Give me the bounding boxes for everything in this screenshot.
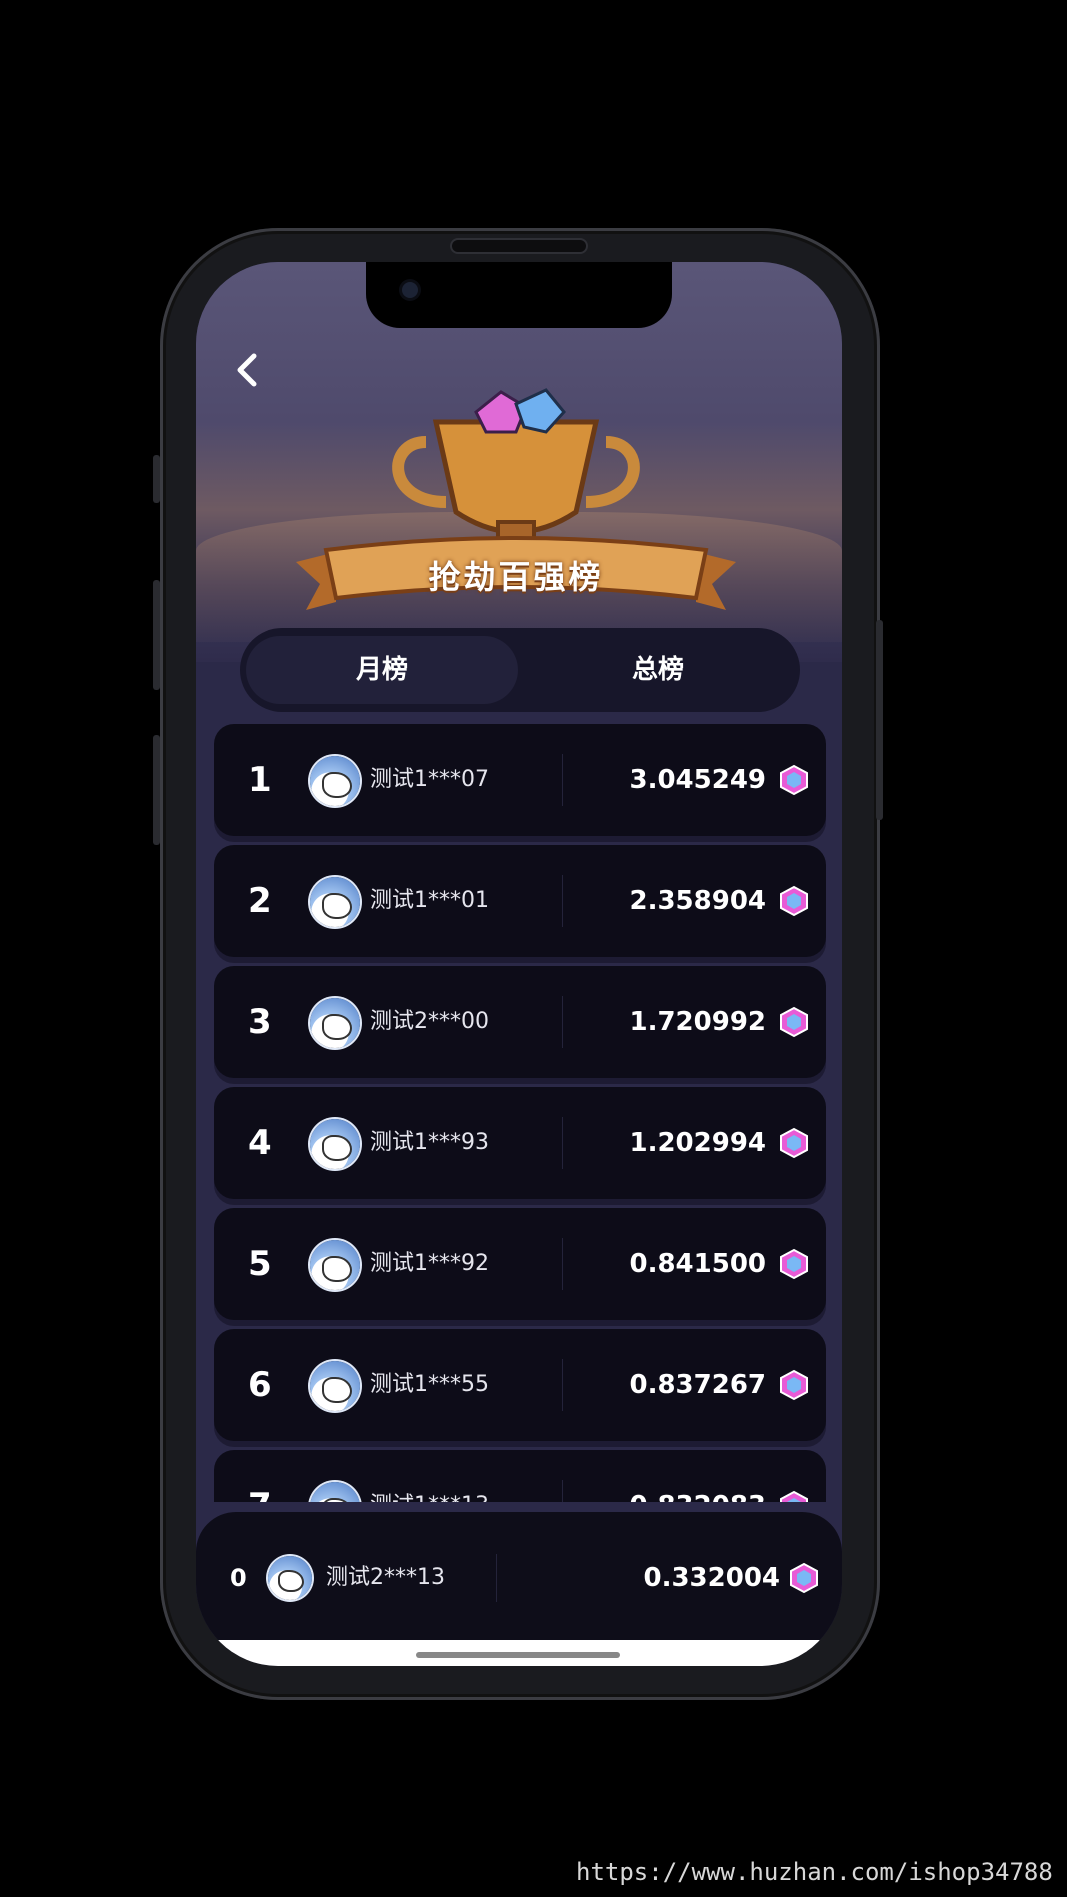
divider <box>562 1117 563 1169</box>
leaderboard-row[interactable]: 3 测试2***00 1.720992 <box>214 966 826 1078</box>
rank-number: 3 <box>248 1002 272 1042</box>
divider <box>562 875 563 927</box>
player-name: 测试1***93 <box>370 1130 489 1155</box>
avatar <box>310 756 360 806</box>
player-name: 测试2***00 <box>370 1009 489 1034</box>
avatar <box>310 1240 360 1290</box>
leaderboard-row[interactable]: 5 测试1***92 0.841500 <box>214 1208 826 1320</box>
volume-down-button <box>153 735 160 845</box>
gem-icon <box>780 1127 808 1159</box>
player-score: 2.358904 <box>629 886 766 916</box>
rank-number: 4 <box>248 1123 272 1163</box>
player-name: 测试1***07 <box>370 767 489 792</box>
divider <box>562 996 563 1048</box>
front-camera-icon <box>402 282 418 298</box>
notch <box>366 262 672 328</box>
divider <box>562 1359 563 1411</box>
tab-monthly[interactable]: 月榜 <box>246 636 518 704</box>
avatar <box>310 1119 360 1169</box>
player-score: 0.841500 <box>629 1249 766 1279</box>
leaderboard-row[interactable]: 6 测试1***55 0.837267 <box>214 1329 826 1441</box>
volume-up-button <box>153 580 160 690</box>
rank-number: 1 <box>248 760 272 800</box>
gem-icon <box>780 1248 808 1280</box>
avatar <box>310 1361 360 1411</box>
gem-icon <box>780 764 808 796</box>
banner-title: 抢劫百强榜 <box>428 558 604 596</box>
ranking-tabs: 月榜 总榜 <box>240 628 800 712</box>
player-score: 3.045249 <box>629 765 766 795</box>
leaderboard-row[interactable]: 1 测试1***07 3.045249 <box>214 724 826 836</box>
gem-icon <box>780 1006 808 1038</box>
tab-total[interactable]: 总榜 <box>522 636 794 704</box>
player-score: 0.832083 <box>629 1450 766 1502</box>
my-score: 0.332004 <box>643 1563 780 1593</box>
app-screen: 抢劫百强榜 月榜 总榜 1 测试1***07 3.045249 2 测试1***… <box>196 262 842 1666</box>
player-name: 测试1***01 <box>370 888 489 913</box>
rank-number: 6 <box>248 1365 272 1405</box>
avatar <box>310 998 360 1048</box>
earpiece-speaker <box>452 240 586 252</box>
gem-icon <box>780 1490 808 1502</box>
player-score: 1.720992 <box>629 1007 766 1037</box>
rank-number: 5 <box>248 1244 272 1284</box>
avatar <box>268 1556 312 1600</box>
avatar <box>310 877 360 927</box>
power-button <box>876 620 883 820</box>
silent-switch <box>153 455 160 503</box>
player-score: 1.202994 <box>629 1128 766 1158</box>
leaderboard-row[interactable]: 4 测试1***93 1.202994 <box>214 1087 826 1199</box>
avatar <box>310 1482 360 1502</box>
rank-number: 2 <box>248 881 272 921</box>
divider <box>562 1238 563 1290</box>
leaderboard-row[interactable]: 7 测试1***13 0.832083 <box>214 1450 826 1502</box>
divider <box>496 1554 497 1602</box>
watermark-text: https://www.huzhan.com/ishop34788 <box>576 1858 1053 1886</box>
my-rank-number: 0 <box>230 1564 247 1592</box>
leaderboard-row[interactable]: 2 测试1***01 2.358904 <box>214 845 826 957</box>
leaderboard-list[interactable]: 1 测试1***07 3.045249 2 测试1***01 2.358904 … <box>214 724 826 1502</box>
home-indicator[interactable] <box>416 1652 620 1658</box>
gem-icon <box>780 885 808 917</box>
back-button[interactable] <box>232 350 260 400</box>
my-rank-bar: 0 测试2***13 0.332004 <box>196 1512 842 1644</box>
divider <box>562 754 563 806</box>
divider <box>562 1480 563 1502</box>
chevron-left-icon <box>237 353 257 387</box>
my-name: 测试2***13 <box>326 1565 445 1590</box>
player-name: 测试1***92 <box>370 1251 489 1276</box>
gem-icon <box>780 1369 808 1401</box>
gem-icon <box>790 1562 818 1594</box>
player-name: 测试1***13 <box>370 1450 489 1502</box>
player-name: 测试1***55 <box>370 1372 489 1397</box>
rank-number: 7 <box>248 1450 272 1502</box>
player-score: 0.837267 <box>629 1370 766 1400</box>
